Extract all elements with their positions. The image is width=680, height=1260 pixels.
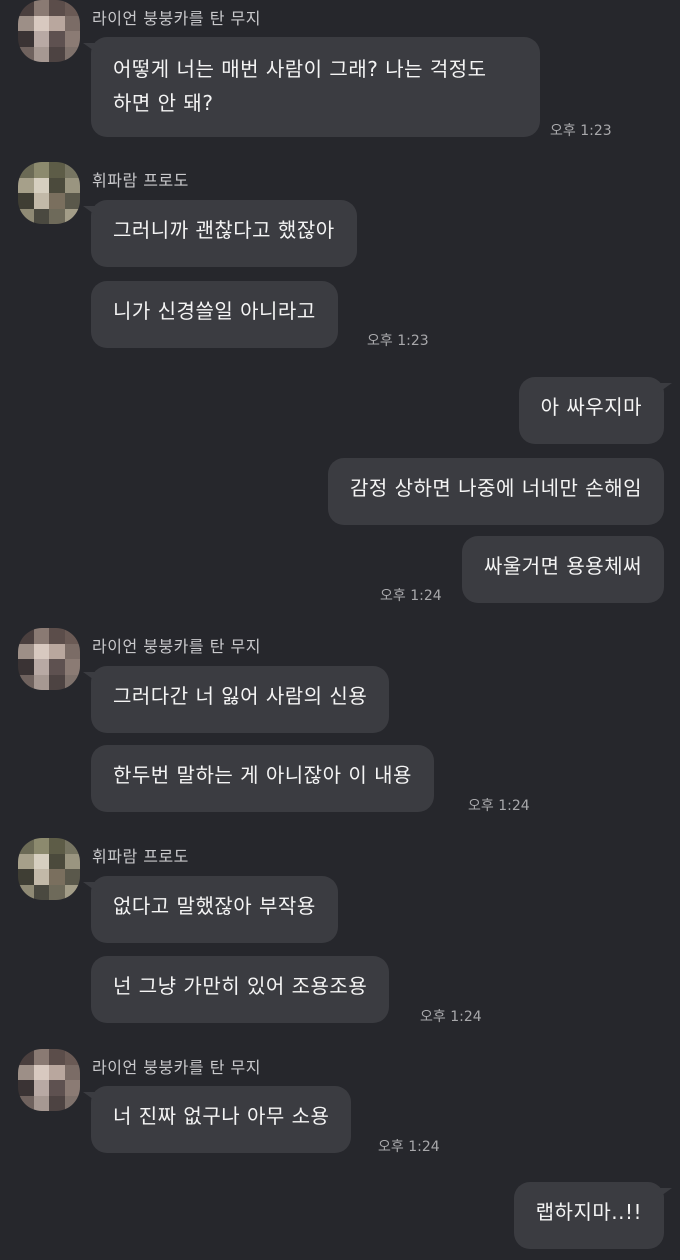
- message-bubble[interactable]: 싸울거면 용용체써: [461, 536, 664, 603]
- timestamp: 오후 1:24: [468, 798, 530, 814]
- avatar[interactable]: [18, 628, 80, 690]
- message-bubble[interactable]: 한두번 말하는 게 아니잖아 이 내용: [91, 745, 434, 812]
- message-bubble[interactable]: 어떻게 너는 매번 사람이 그래? 나는 걱정도 하면 안 돼?: [83, 37, 540, 137]
- avatar[interactable]: [18, 162, 80, 224]
- message-bubble[interactable]: 랩하지마..!!: [513, 1182, 673, 1249]
- message-text: 없다고 말했잖아 부작용: [113, 894, 316, 918]
- sender-name: 휘파람 프로도: [92, 847, 189, 866]
- sender-name: 라이언 붕붕카를 탄 무지: [92, 637, 261, 656]
- message-bubble[interactable]: 그러다간 너 잃어 사람의 신용: [82, 666, 390, 733]
- message-bubble[interactable]: 감정 상하면 나중에 너네만 손해임: [327, 458, 664, 525]
- message-bubble[interactable]: 아 싸우지마: [518, 377, 673, 444]
- message-bubble[interactable]: 없다고 말했잖아 부작용: [83, 876, 338, 943]
- message-text: 아 싸우지마: [540, 395, 642, 419]
- message-text: 니가 신경쓸일 아니라고: [113, 299, 316, 323]
- timestamp: 오후 1:24: [378, 1139, 440, 1155]
- sender-name: 휘파람 프로도: [92, 171, 189, 190]
- sender-name: 라이언 붕붕카를 탄 무지: [92, 1058, 261, 1077]
- timestamp: 오후 1:23: [550, 123, 612, 139]
- message-text: 넌 그냥 가만히 있어 조용조용: [113, 974, 368, 998]
- timestamp: 오후 1:24: [380, 588, 442, 604]
- message-text: 한두번 말하는 게 아니잖아 이 내용: [113, 763, 412, 787]
- message-text: 어떻게 너는 매번 사람이 그래? 나는 걱정도: [113, 57, 487, 81]
- message-text: 싸울거면 용용체써: [483, 554, 642, 578]
- avatar[interactable]: [18, 1049, 80, 1111]
- timestamp: 오후 1:23: [367, 333, 429, 349]
- avatar[interactable]: [18, 838, 80, 900]
- message-text: 감정 상하면 나중에 너네만 손해임: [349, 476, 642, 500]
- message-text: 랩하지마..!!: [535, 1200, 642, 1224]
- message-bubble[interactable]: 그러니까 괜찮다고 했잖아: [83, 200, 357, 267]
- message-bubble[interactable]: 넌 그냥 가만히 있어 조용조용: [91, 956, 390, 1023]
- message-text: 그러다간 너 잃어 사람의 신용: [113, 684, 368, 708]
- message-text: 그러니까 괜찮다고 했잖아: [113, 218, 335, 242]
- message-bubble[interactable]: 너 진짜 없구나 아무 소용: [82, 1086, 352, 1153]
- timestamp: 오후 1:24: [420, 1009, 482, 1025]
- message-bubble[interactable]: 니가 신경쓸일 아니라고: [91, 281, 338, 348]
- message-text: 너 진짜 없구나 아무 소용: [113, 1104, 330, 1128]
- sender-name: 라이언 붕붕카를 탄 무지: [92, 9, 261, 28]
- message-text: 하면 안 돼?: [113, 91, 214, 115]
- avatar[interactable]: [18, 0, 80, 62]
